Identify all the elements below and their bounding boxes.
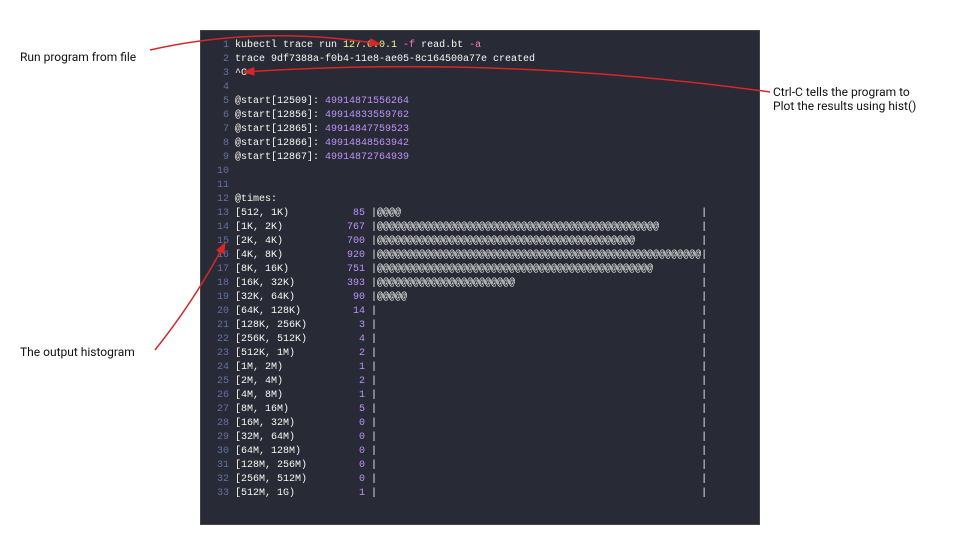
terminal-line-bucket: 24[1M, 2M)1 | |	[211, 361, 749, 375]
histogram-lines: 13[512, 1K)85 |@@@@ |14[1K, 2K)767 |@@@@…	[211, 207, 749, 501]
annotation-run-from-file: Run program from file	[20, 50, 180, 64]
terminal-line-bucket: 19[32K, 64K)90 |@@@@@ |	[211, 291, 749, 305]
terminal-line-start: 6@start[12856]: 49914833559762	[211, 109, 749, 123]
terminal-line-bucket: 14[1K, 2K)767 |@@@@@@@@@@@@@@@@@@@@@@@@@…	[211, 221, 749, 235]
cmd-flag-a: -a	[469, 40, 481, 51]
terminal-line-blank: 11	[211, 179, 749, 193]
terminal-window: 1kubectl trace run 127.0.0.1 -f read.bt …	[200, 30, 760, 525]
terminal-line-ctrlc: 3^C	[211, 67, 749, 81]
terminal-line-blank: 10	[211, 165, 749, 179]
terminal-line-bucket: 32[256M, 512M)0 | |	[211, 473, 749, 487]
terminal-line-bucket: 31[128M, 256M)0 | |	[211, 459, 749, 473]
terminal-line-bucket: 21[128K, 256K)3 | |	[211, 319, 749, 333]
annotation-histogram: The output histogram	[20, 345, 180, 359]
terminal-line-bucket: 27[8M, 16M)5 | |	[211, 403, 749, 417]
cmd-file: read.bt	[415, 40, 469, 51]
terminal-line-bucket: 28[16M, 32M)0 | |	[211, 417, 749, 431]
terminal-line-bucket: 13[512, 1K)85 |@@@@ |	[211, 207, 749, 221]
terminal-line-bucket: 29[32M, 64M)0 | |	[211, 431, 749, 445]
terminal-line-bucket: 33[512M, 1G)1 | |	[211, 487, 749, 501]
annotation-ctrlc: Ctrl-C tells the program to Plot the res…	[773, 85, 958, 113]
terminal-line-bucket: 30[64M, 128M)0 | |	[211, 445, 749, 459]
terminal-line-start: 8@start[12866]: 49914848563942	[211, 137, 749, 151]
terminal-line-bucket: 20[64K, 128K)14 | |	[211, 305, 749, 319]
terminal-line-start: 9@start[12867]: 49914872764939	[211, 151, 749, 165]
terminal-line-blank: 4	[211, 81, 749, 95]
terminal-line-start: 7@start[12865]: 49914847759523	[211, 123, 749, 137]
terminal-line-bucket: 23[512K, 1M)2 | |	[211, 347, 749, 361]
terminal-line-bucket: 15[2K, 4K)700 |@@@@@@@@@@@@@@@@@@@@@@@@@…	[211, 235, 749, 249]
terminal-line-bucket: 26[4M, 8M)1 | |	[211, 389, 749, 403]
terminal-line-trace: 2trace 9df7388a-f0b4-11e8-ae05-8c164500a…	[211, 53, 749, 67]
terminal-line-bucket: 18[16K, 32K)393 |@@@@@@@@@@@@@@@@@@@@@@@…	[211, 277, 749, 291]
terminal-line-times: 12@times:	[211, 193, 749, 207]
terminal-line-bucket: 16[4K, 8K)920 |@@@@@@@@@@@@@@@@@@@@@@@@@…	[211, 249, 749, 263]
cmd-text: kubectl trace run	[235, 40, 343, 51]
terminal-line-bucket: 17[8K, 16K)751 |@@@@@@@@@@@@@@@@@@@@@@@@…	[211, 263, 749, 277]
terminal-line-cmd: 1kubectl trace run 127.0.0.1 -f read.bt …	[211, 39, 749, 53]
terminal-line-start: 5@start[12509]: 49914871556264	[211, 95, 749, 109]
start-lines: 5@start[12509]: 499148715562646@start[12…	[211, 95, 749, 165]
cmd-flag-f: -f	[397, 40, 415, 51]
terminal-line-bucket: 22[256K, 512K)4 | |	[211, 333, 749, 347]
cmd-ip: 127.0.0.1	[343, 40, 397, 51]
terminal-line-bucket: 25[2M, 4M)2 | |	[211, 375, 749, 389]
